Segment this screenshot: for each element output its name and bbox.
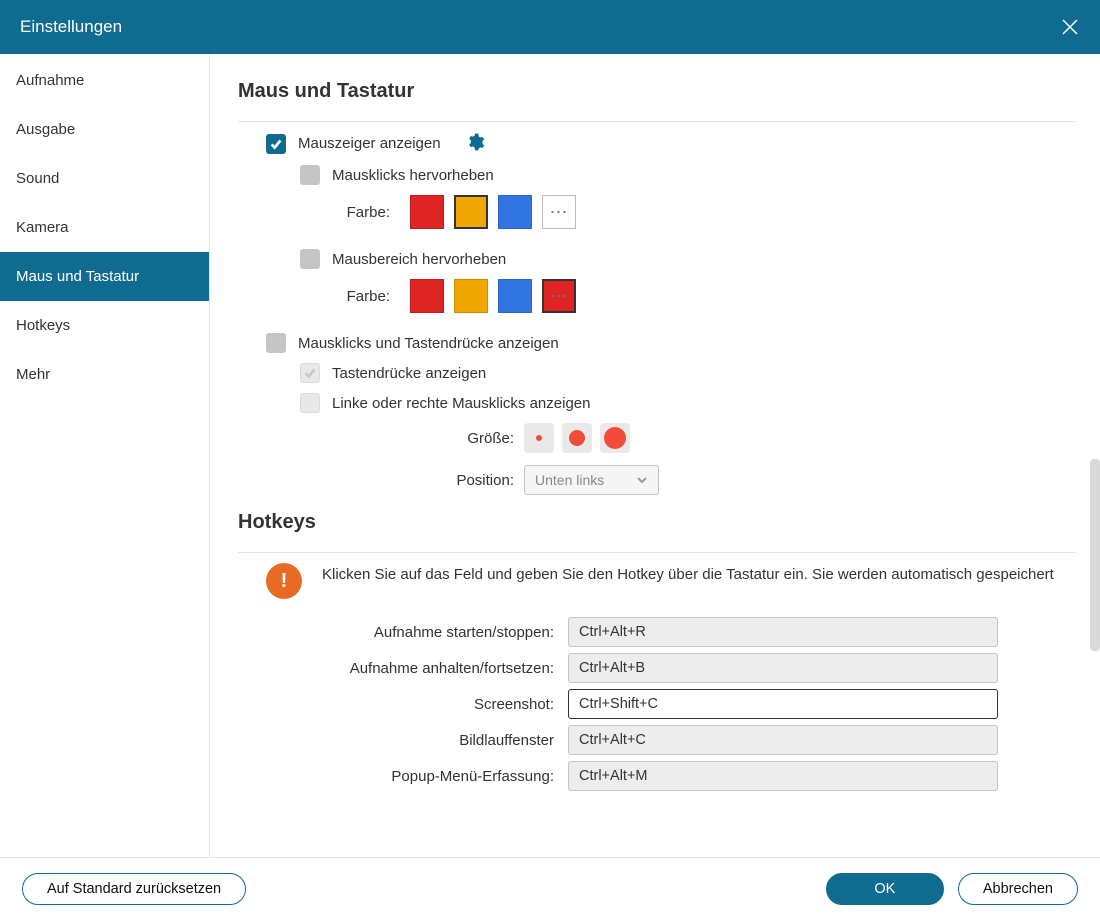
label-show-cursor: Mauszeiger anzeigen — [298, 135, 441, 152]
select-position[interactable]: Unten links — [524, 465, 659, 495]
scrollbar[interactable] — [1090, 459, 1100, 651]
content-pane: Maus und Tastatur Mauszeiger anzeigen Ma… — [210, 54, 1100, 857]
divider — [238, 552, 1076, 553]
size-option-small[interactable] — [524, 423, 554, 453]
swatch-more-clicks[interactable]: ⋯ — [542, 195, 576, 229]
hotkey-input-screenshot[interactable]: Ctrl+Shift+C — [568, 689, 998, 719]
sidebar-item-ausgabe[interactable]: Ausgabe — [0, 105, 209, 154]
section-title-mouse-keyboard: Maus und Tastatur — [238, 80, 1076, 103]
chevron-down-icon — [636, 474, 648, 486]
hotkey-label-screenshot: Screenshot: — [238, 696, 568, 713]
swatch-yellow-clicks[interactable] — [454, 195, 488, 229]
sidebar: Aufnahme Ausgabe Sound Kamera Maus und T… — [0, 54, 210, 857]
hotkey-label-pause-resume: Aufnahme anhalten/fortsetzen: — [238, 660, 568, 677]
hotkey-label-start-stop: Aufnahme starten/stoppen: — [238, 624, 568, 641]
hotkey-label-scrollwindow: Bildlauffenster — [238, 732, 568, 749]
label-show-lr-clicks: Linke oder rechte Mausklicks anzeigen — [332, 395, 590, 412]
titlebar: Einstellungen — [0, 0, 1100, 54]
sidebar-item-aufnahme[interactable]: Aufnahme — [0, 56, 209, 105]
label-color-area: Farbe: — [300, 288, 410, 305]
sidebar-item-sound[interactable]: Sound — [0, 154, 209, 203]
checkbox-show-keystrokes[interactable] — [300, 363, 320, 383]
checkbox-show-cursor[interactable] — [266, 134, 286, 154]
checkbox-show-lr-clicks[interactable] — [300, 393, 320, 413]
checkbox-highlight-area[interactable] — [300, 249, 320, 269]
hotkey-input-popup[interactable]: Ctrl+Alt+M — [568, 761, 998, 791]
checkbox-highlight-clicks[interactable] — [300, 165, 320, 185]
cancel-button[interactable]: Abbrechen — [958, 873, 1078, 905]
swatch-yellow-area[interactable] — [454, 279, 488, 313]
size-option-large[interactable] — [600, 423, 630, 453]
gear-icon[interactable] — [465, 132, 485, 155]
swatch-blue-clicks[interactable] — [498, 195, 532, 229]
sidebar-item-hotkeys[interactable]: Hotkeys — [0, 301, 209, 350]
label-size: Größe: — [300, 430, 524, 447]
label-show-keystrokes: Tastendrücke anzeigen — [332, 365, 486, 382]
label-color-clicks: Farbe: — [300, 204, 410, 221]
sidebar-item-mehr[interactable]: Mehr — [0, 350, 209, 399]
label-highlight-area: Mausbereich hervorheben — [332, 251, 506, 268]
label-show-clicks-keys: Mausklicks und Tastendrücke anzeigen — [298, 335, 559, 352]
hotkey-input-start-stop[interactable]: Ctrl+Alt+R — [568, 617, 998, 647]
hotkey-input-pause-resume[interactable]: Ctrl+Alt+B — [568, 653, 998, 683]
ok-button[interactable]: OK — [826, 873, 944, 905]
swatch-red-clicks[interactable] — [410, 195, 444, 229]
label-highlight-clicks: Mausklicks hervorheben — [332, 167, 494, 184]
label-position: Position: — [300, 472, 524, 489]
sidebar-item-kamera[interactable]: Kamera — [0, 203, 209, 252]
sidebar-item-maus-tastatur[interactable]: Maus und Tastatur — [0, 252, 209, 301]
checkbox-show-clicks-keys[interactable] — [266, 333, 286, 353]
alert-icon: ! — [266, 563, 302, 599]
close-icon[interactable] — [1060, 17, 1080, 37]
footer: Auf Standard zurücksetzen OK Abbrechen — [0, 857, 1100, 919]
hotkey-label-popup: Popup-Menü-Erfassung: — [238, 768, 568, 785]
select-position-value: Unten links — [535, 472, 604, 488]
hotkey-input-scrollwindow[interactable]: Ctrl+Alt+C — [568, 725, 998, 755]
size-option-medium[interactable] — [562, 423, 592, 453]
swatch-blue-area[interactable] — [498, 279, 532, 313]
swatch-more-area[interactable]: ⋯ — [542, 279, 576, 313]
window-title: Einstellungen — [20, 17, 122, 37]
reset-defaults-button[interactable]: Auf Standard zurücksetzen — [22, 873, 246, 905]
section-title-hotkeys: Hotkeys — [238, 511, 1076, 534]
hotkeys-info-text: Klicken Sie auf das Feld und geben Sie d… — [322, 563, 1054, 586]
divider — [238, 121, 1076, 122]
swatch-red-area[interactable] — [410, 279, 444, 313]
